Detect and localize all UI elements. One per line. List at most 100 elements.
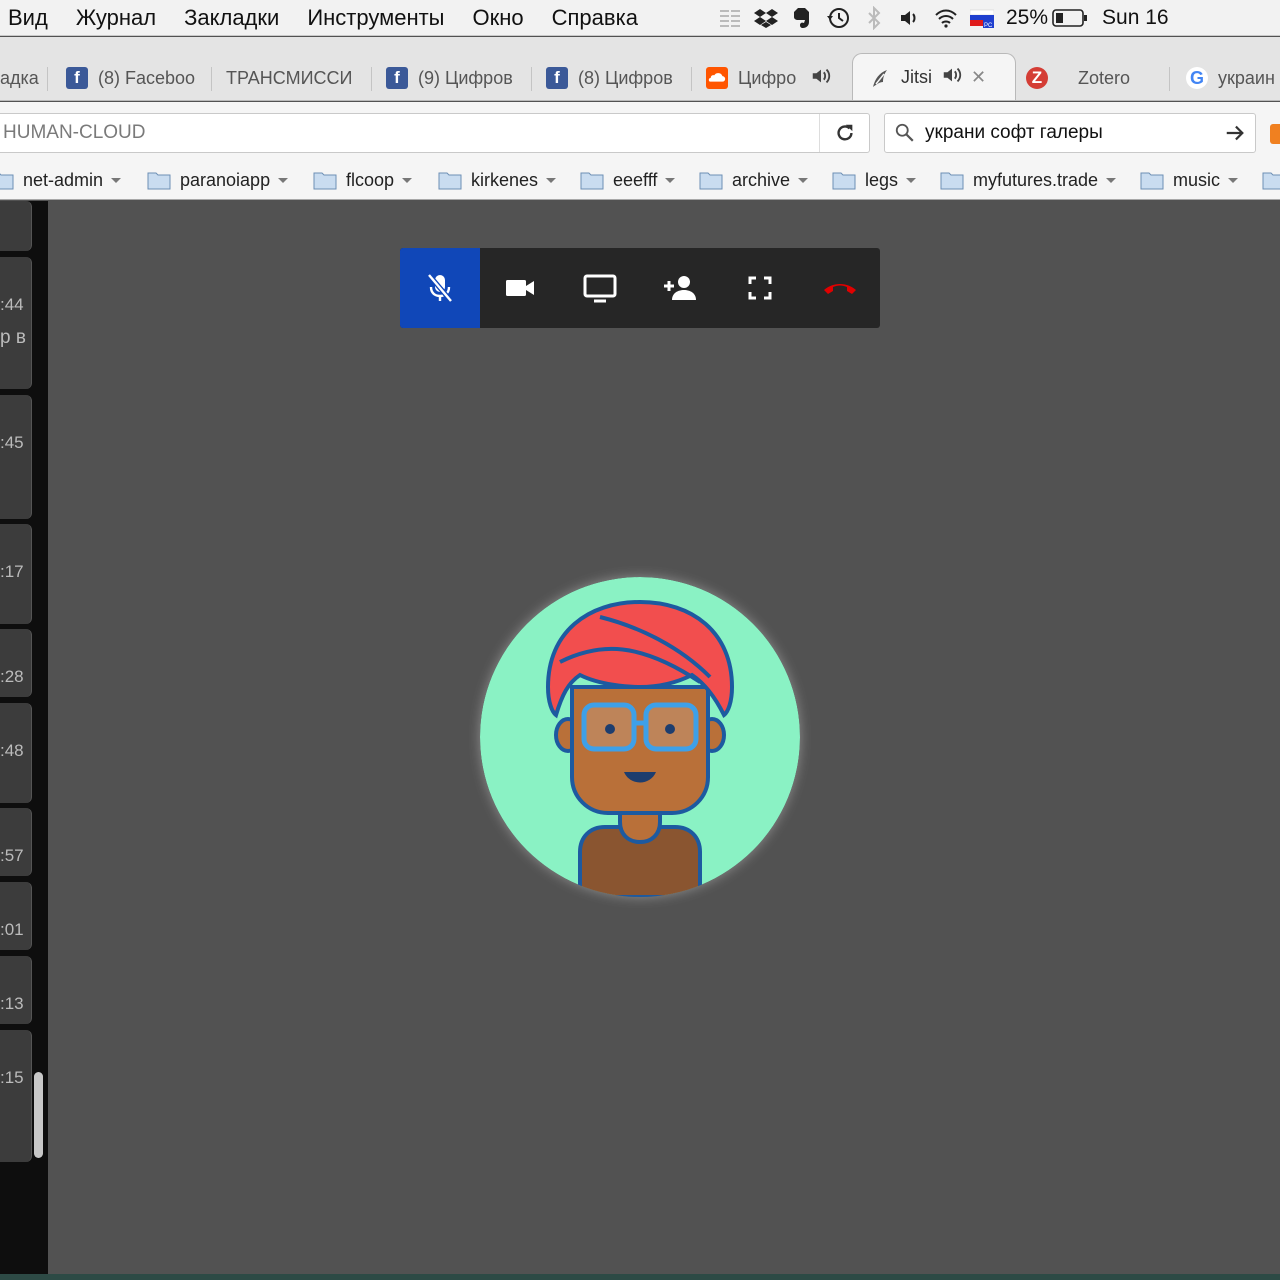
bookmark-label: music	[1173, 169, 1221, 190]
search-go-arrow-icon[interactable]	[1215, 122, 1255, 144]
mute-microphone-button[interactable]	[400, 248, 480, 328]
folder-icon	[1262, 172, 1280, 190]
invite-button[interactable]	[640, 248, 720, 328]
call-toolbar	[400, 248, 880, 328]
chat-message: :45	[0, 395, 32, 519]
tab-audio-icon[interactable]	[941, 64, 963, 91]
bookmark-folder-eeefff[interactable]: eeefff	[580, 166, 676, 194]
menu-window[interactable]: Окно	[459, 0, 538, 35]
bookmark-folder-music[interactable]: music	[1140, 166, 1239, 194]
address-bar[interactable]: HUMAN-CLOUD	[0, 113, 870, 153]
tab-6[interactable]: Цифро	[706, 59, 850, 97]
tab-title: Jitsi	[901, 67, 932, 87]
chat-text: р в	[0, 327, 26, 348]
reload-icon[interactable]	[819, 114, 869, 152]
tab-5[interactable]: f (8) Цифров	[546, 59, 692, 97]
tab-divider	[371, 67, 372, 91]
folder-icon	[699, 172, 723, 190]
tab-close-icon[interactable]: ✕	[971, 67, 986, 88]
camera-icon	[506, 280, 534, 296]
search-box[interactable]: украни софт галеры	[884, 113, 1256, 153]
bluetooth-icon[interactable]	[856, 0, 892, 35]
fullscreen-icon	[748, 276, 772, 300]
tab-audio-icon[interactable]	[810, 65, 832, 92]
battery-icon[interactable]	[1048, 0, 1092, 35]
tab-jitsi-active[interactable]: Jitsi ✕	[852, 53, 1016, 100]
chevron-down-icon	[665, 177, 676, 183]
chat-message: :48	[0, 703, 32, 803]
chat-time: :01	[0, 920, 24, 939]
chevron-down-icon	[111, 177, 122, 183]
extension-icon[interactable]	[1270, 124, 1280, 144]
jitsi-icon	[869, 67, 891, 89]
chevron-down-icon	[906, 177, 917, 183]
bookmark-folder-archive[interactable]: archive	[699, 166, 809, 194]
dropbox-icon[interactable]	[748, 0, 784, 35]
bookmark-folder-legs[interactable]: legs	[832, 166, 917, 194]
bookmark-folder-kirkenes[interactable]: kirkenes	[438, 166, 557, 194]
time-machine-icon[interactable]	[820, 0, 856, 35]
chevron-down-icon	[546, 177, 557, 183]
chat-message: :28	[0, 629, 32, 697]
microphone-muted-icon	[427, 273, 453, 303]
volume-icon[interactable]	[892, 0, 928, 35]
chevron-down-icon	[278, 177, 289, 183]
screen-share-button[interactable]	[560, 248, 640, 328]
tab-4[interactable]: f (9) Цифров	[386, 59, 532, 97]
chat-time: :48	[0, 741, 24, 760]
tab-divider	[47, 67, 48, 91]
chevron-down-icon	[402, 177, 413, 183]
google-icon: G	[1186, 67, 1208, 89]
folder-icon	[147, 172, 171, 190]
folder-icon	[940, 172, 964, 190]
address-text[interactable]: HUMAN-CLOUD	[0, 122, 819, 144]
wifi-icon[interactable]	[928, 0, 964, 35]
folder-icon	[580, 172, 604, 190]
menu-tools[interactable]: Инструменты	[293, 0, 458, 35]
tab-2[interactable]: f (8) Faceboo	[66, 59, 212, 97]
browser-toolbar: HUMAN-CLOUD украни софт галеры	[0, 102, 1280, 160]
chat-time: :45	[0, 433, 24, 452]
menu-help[interactable]: Справка	[538, 0, 652, 35]
tab-google[interactable]: G украин	[1186, 59, 1280, 97]
bookmark-folder-myfutures[interactable]: myfutures.trade	[940, 166, 1117, 194]
hangup-button[interactable]	[800, 248, 880, 328]
tab-divider	[531, 67, 532, 91]
chat-message: :13	[0, 956, 32, 1024]
chevron-down-icon	[1228, 177, 1239, 183]
bookmark-folder-flcoop[interactable]: flcoop	[313, 166, 413, 194]
bookmark-folder-paranoiapp[interactable]: paranoiapp	[147, 166, 289, 194]
battery-percentage[interactable]: 25%	[1000, 6, 1048, 30]
chat-message: :44 р в	[0, 257, 32, 389]
tab-1[interactable]: адка	[0, 59, 48, 97]
tab-title: ТРАНСМИССИ	[226, 67, 353, 88]
tab-title: Zotero	[1078, 67, 1131, 88]
chat-time: :13	[0, 994, 24, 1013]
facebook-icon: f	[66, 67, 88, 89]
tab-title: (9) Цифров	[418, 67, 513, 88]
bookmark-label: net-admin	[23, 169, 104, 190]
camera-button[interactable]	[480, 248, 560, 328]
menu-history[interactable]: Журнал	[62, 0, 170, 35]
tab-divider	[211, 67, 212, 91]
search-icon	[885, 122, 925, 144]
columns-icon[interactable]	[712, 0, 748, 35]
folder-icon	[0, 173, 14, 190]
bookmark-folder-net-admin[interactable]: net-admin	[0, 166, 122, 194]
participant-avatar	[480, 577, 800, 897]
add-person-icon	[664, 276, 696, 300]
chat-message: :15	[0, 1030, 32, 1162]
menu-bookmarks[interactable]: Закладки	[170, 0, 293, 35]
tab-3[interactable]: ТРАНСМИССИ	[226, 59, 372, 97]
bookmark-folder-more[interactable]	[1262, 166, 1280, 194]
chat-message: :57	[0, 808, 32, 876]
tab-divider	[1169, 67, 1170, 91]
evernote-icon[interactable]	[784, 0, 820, 35]
clock[interactable]: Sun 16	[1092, 6, 1169, 30]
tab-zotero[interactable]: Z Zotero	[1026, 59, 1170, 97]
search-input[interactable]: украни софт галеры	[925, 122, 1215, 144]
fullscreen-button[interactable]	[720, 248, 800, 328]
menu-view[interactable]: Вид	[0, 0, 62, 35]
flag-ru-icon[interactable]: PC	[964, 0, 1000, 35]
chat-scrollbar[interactable]	[34, 1072, 43, 1158]
